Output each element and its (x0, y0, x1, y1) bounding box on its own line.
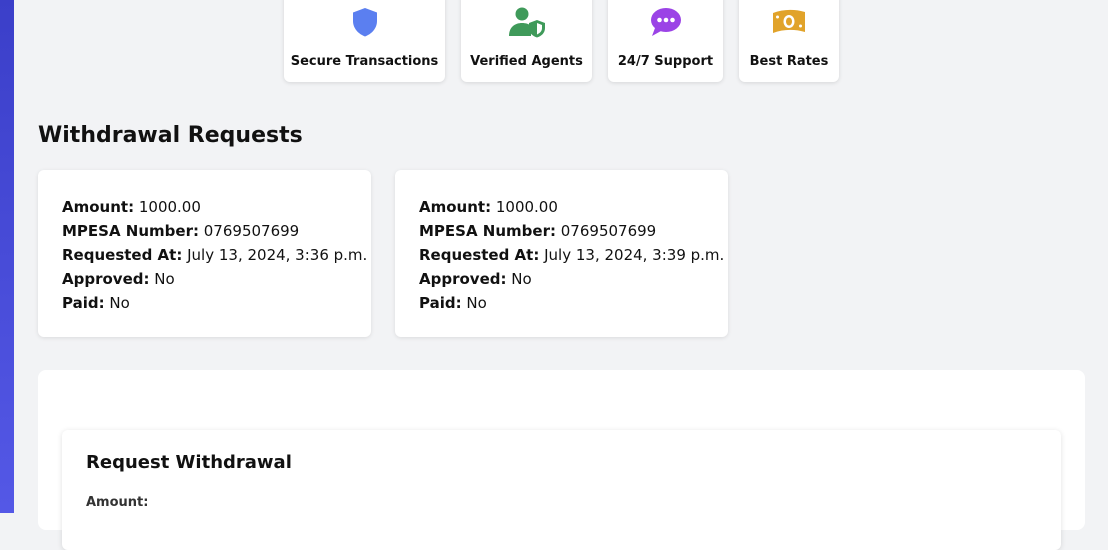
feature-label: Secure Transactions (290, 54, 439, 69)
sidebar-edge (0, 0, 14, 513)
requested-at-key: Requested At: (62, 246, 183, 264)
amount-field-label: Amount: (86, 495, 149, 510)
approved-key: Approved: (62, 270, 150, 288)
approved-key: Approved: (419, 270, 507, 288)
paid-key: Paid: (62, 294, 105, 312)
withdrawal-request-card: Amount: 1000.00 MPESA Number: 0769507699… (395, 170, 728, 337)
approved-row: Approved: No (62, 267, 367, 291)
paid-value: No (466, 294, 487, 312)
approved-row: Approved: No (419, 267, 724, 291)
request-withdrawal-form: Request Withdrawal Amount: (62, 430, 1061, 550)
shield-icon (350, 6, 380, 38)
requested-at-value: July 13, 2024, 3:36 p.m. (187, 246, 368, 264)
money-bill-icon (771, 6, 807, 38)
amount-key: Amount: (419, 198, 492, 216)
requested-at-key: Requested At: (419, 246, 540, 264)
user-shield-icon (507, 6, 547, 38)
feature-card-verified-agents: Verified Agents (461, 0, 592, 82)
approved-value: No (154, 270, 175, 288)
amount-value: 1000.00 (495, 198, 558, 216)
mpesa-row: MPESA Number: 0769507699 (419, 219, 724, 243)
requested-at-value: July 13, 2024, 3:39 p.m. (544, 246, 725, 264)
feature-label: 24/7 Support (617, 54, 714, 69)
feature-card-support: 24/7 Support (608, 0, 723, 82)
paid-value: No (109, 294, 130, 312)
feature-card-secure-transactions: Secure Transactions (284, 0, 445, 82)
requested-at-row: Requested At: July 13, 2024, 3:39 p.m. (419, 243, 724, 267)
requested-at-row: Requested At: July 13, 2024, 3:36 p.m. (62, 243, 367, 267)
mpesa-key: MPESA Number: (62, 222, 199, 240)
chat-bubble-icon (649, 6, 683, 38)
amount-value: 1000.00 (138, 198, 201, 216)
mpesa-value: 0769507699 (203, 222, 300, 240)
paid-row: Paid: No (419, 291, 724, 315)
amount-row: Amount: 1000.00 (62, 195, 367, 219)
section-title: Withdrawal Requests (38, 123, 303, 148)
mpesa-value: 0769507699 (560, 222, 657, 240)
paid-row: Paid: No (62, 291, 367, 315)
approved-value: No (511, 270, 532, 288)
request-withdrawal-panel: Request Withdrawal Amount: (38, 370, 1085, 550)
feature-label: Verified Agents (470, 54, 583, 69)
withdrawal-request-card: Amount: 1000.00 MPESA Number: 0769507699… (38, 170, 371, 337)
mpesa-row: MPESA Number: 0769507699 (62, 219, 367, 243)
amount-row: Amount: 1000.00 (419, 195, 724, 219)
paid-key: Paid: (419, 294, 462, 312)
form-title: Request Withdrawal (86, 452, 292, 473)
amount-key: Amount: (62, 198, 135, 216)
feature-label: Best Rates (749, 54, 829, 69)
feature-card-best-rates: Best Rates (739, 0, 839, 82)
mpesa-key: MPESA Number: (419, 222, 556, 240)
